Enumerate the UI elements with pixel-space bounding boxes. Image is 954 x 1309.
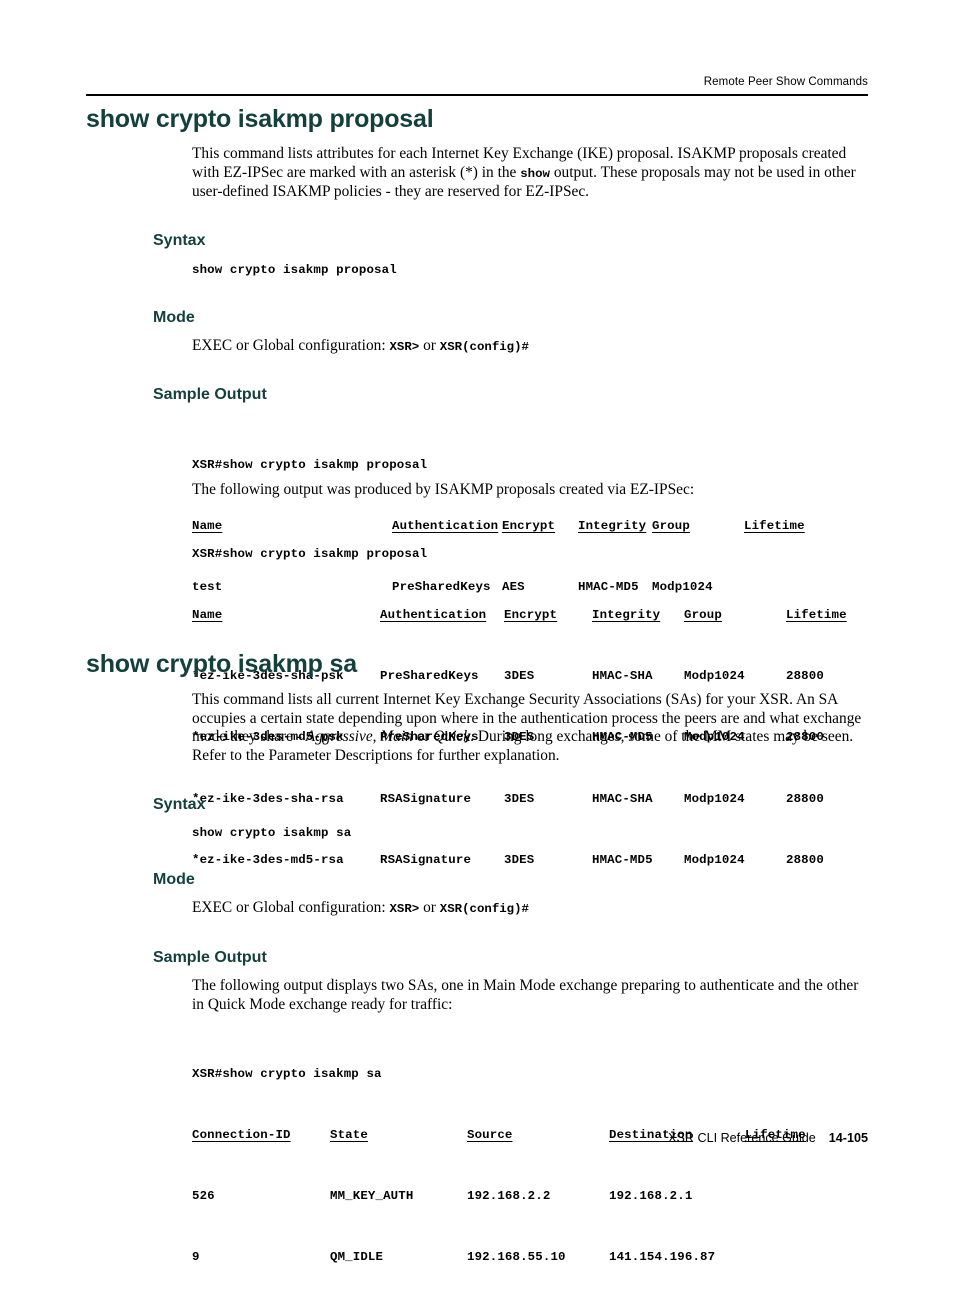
mode-config-prompt-2: XSR(config)# — [439, 902, 529, 916]
section-title-show-crypto-isakmp-sa: show crypto isakmp sa — [86, 650, 357, 678]
cell-authentication: RSASignature — [380, 791, 472, 806]
cell-source: 192.168.2.2 — [467, 1189, 551, 1204]
table-row: *ez-ike-3des-sha-rsa RSASignature 3DES HMAC… — [192, 789, 847, 809]
mode-conjunction-1: or — [419, 337, 440, 354]
cli-prompt-line: XSR#show crypto isakmp proposal — [192, 457, 428, 472]
mode-heading-2: Mode — [153, 871, 195, 888]
desc-italic-main: Main — [380, 728, 413, 746]
mode-exec-prompt-1: XSR> — [389, 340, 420, 354]
mode-conjunction-2: or — [419, 899, 440, 916]
cli-prompt-line: XSR#show crypto isakmp proposal — [192, 546, 428, 561]
cell-authentication: RSASignature — [380, 852, 472, 867]
section-title-show-crypto-isakmp-proposal: show crypto isakmp proposal — [86, 105, 434, 133]
header-rule — [86, 94, 868, 96]
document-page: Remote Peer Show Commands show crypto is… — [0, 0, 954, 1264]
cell-encrypt: 3DES — [504, 669, 535, 684]
footer-guide-title: XSR CLI Reference Guide — [668, 1131, 816, 1145]
col-header-encrypt: Encrypt — [504, 608, 558, 623]
sample-output-heading-2: Sample Output — [153, 949, 267, 966]
footer-page-number: 14-105 — [828, 1131, 868, 1145]
cell-integrity: HMAC-SHA — [592, 791, 653, 806]
col-header-authentication: Authentication — [380, 608, 487, 623]
col-header-integrity: Integrity — [592, 608, 661, 623]
syntax-command-2: show crypto isakmp sa — [192, 826, 352, 840]
cell-destination: 192.168.2.1 — [609, 1189, 693, 1204]
cell-integrity: HMAC-MD5 — [592, 852, 653, 867]
mode-prefix-2: EXEC or Global configuration: — [192, 899, 390, 916]
interstitial-text: The following output was produced by ISA… — [192, 481, 695, 498]
mode-config-prompt-1: XSR(config)# — [439, 340, 529, 354]
cell-connection-id: 526 — [192, 1189, 215, 1204]
cell-state: QM_IDLE — [330, 1250, 384, 1265]
cell-lifetime: 28800 — [786, 852, 824, 867]
cell-authentication: PreSharedKeys — [380, 669, 479, 684]
col-header-group: Group — [684, 608, 722, 623]
cell-name: *ez-ike-3des-sha-rsa — [192, 791, 344, 806]
cell-source: 192.168.55.10 — [467, 1250, 566, 1265]
section-1-description: This command lists attributes for each I… — [192, 145, 872, 202]
cell-group: Modp1024 — [684, 791, 745, 806]
cli-output-block-3: XSR#show crypto isakmp sa Connection-ID S… — [192, 1023, 806, 1309]
running-header: Remote Peer Show Commands — [703, 76, 868, 88]
desc-italic-aggressive: Aggressive — [305, 728, 373, 746]
table-row: *ez-ike-3des-md5-rsa RSASignature 3DES HMAC… — [192, 850, 847, 870]
cell-group: Modp1024 — [684, 852, 745, 867]
section-2-description: This command lists all current Internet … — [192, 691, 872, 765]
mode-description-1: EXEC or Global configuration: XSR> or XS… — [192, 337, 872, 357]
page-footer: XSR CLI Reference Guide 14-105 — [86, 1131, 868, 1145]
sample-output-heading-1: Sample Output — [153, 386, 267, 403]
cell-state: MM_KEY_AUTH — [330, 1189, 414, 1204]
cell-destination: 141.154.196.87 — [609, 1250, 716, 1265]
table-row: 526 MM_KEY_AUTH 192.168.2.2 192.168.2.1 — [192, 1186, 806, 1206]
mode-exec-prompt-2: XSR> — [389, 902, 420, 916]
sample-output-intro: The following output displays two SAs, o… — [192, 977, 859, 1013]
col-header-name: Name — [192, 608, 223, 623]
cell-encrypt: 3DES — [504, 791, 535, 806]
cell-integrity: HMAC-SHA — [592, 669, 653, 684]
mode-prefix-1: EXEC or Global configuration: — [192, 337, 390, 354]
cell-name: *ez-ike-3des-md5-rsa — [192, 852, 344, 867]
desc-sep-2: or — [412, 728, 434, 746]
mode-description-2: EXEC or Global configuration: XSR> or XS… — [192, 899, 872, 919]
cell-lifetime: 28800 — [786, 669, 824, 684]
desc-italic-quick: Quick — [433, 728, 471, 746]
syntax-command-1: show crypto isakmp proposal — [192, 263, 397, 277]
cell-connection-id: 9 — [192, 1250, 200, 1265]
cell-encrypt: 3DES — [504, 852, 535, 867]
cell-group: Modp1024 — [684, 669, 745, 684]
table-row: 9 QM_IDLE 192.168.55.10 141.154.196.87 — [192, 1247, 806, 1267]
desc-mono-show: show — [520, 166, 550, 181]
cli-prompt-line: XSR#show crypto isakmp sa — [192, 1066, 382, 1081]
col-header-lifetime: Lifetime — [786, 608, 847, 623]
syntax-heading-1: Syntax — [153, 232, 206, 249]
mode-heading-1: Mode — [153, 309, 195, 326]
cell-lifetime: 28800 — [786, 791, 824, 806]
table-header-row: Name Authentication Encrypt Integrity Group L… — [192, 605, 847, 625]
syntax-heading-2: Syntax — [153, 796, 206, 813]
